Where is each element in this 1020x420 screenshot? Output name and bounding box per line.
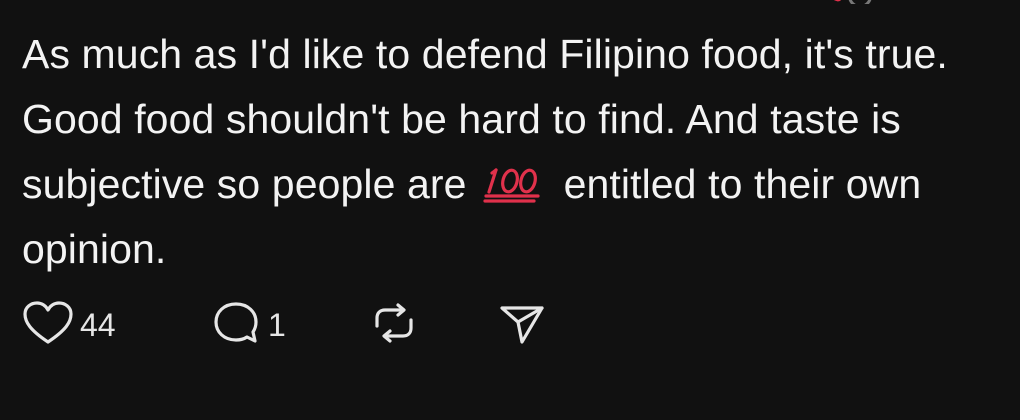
post-container: As much as I'd like to defend Filipino f… (0, 0, 1020, 420)
hundred-points-emoji-icon (482, 164, 546, 204)
post-actions-bar: 44 1 (22, 300, 622, 350)
repost-button[interactable] (367, 300, 421, 350)
heart-icon (22, 300, 74, 351)
share-button[interactable] (497, 300, 547, 350)
reply-count: 1 (268, 306, 286, 343)
reply-button[interactable]: 1 (212, 300, 286, 350)
red-reaction-icon (831, 0, 843, 3)
send-icon (497, 300, 547, 351)
clipped-top-icons (830, 0, 890, 4)
post-body: As much as I'd like to defend Filipino f… (22, 22, 1012, 282)
comment-bubble-icon (212, 300, 262, 351)
avatar-edge-icon (848, 0, 872, 4)
repost-icon (367, 300, 421, 351)
like-button[interactable]: 44 (22, 300, 116, 350)
like-count: 44 (80, 306, 116, 343)
